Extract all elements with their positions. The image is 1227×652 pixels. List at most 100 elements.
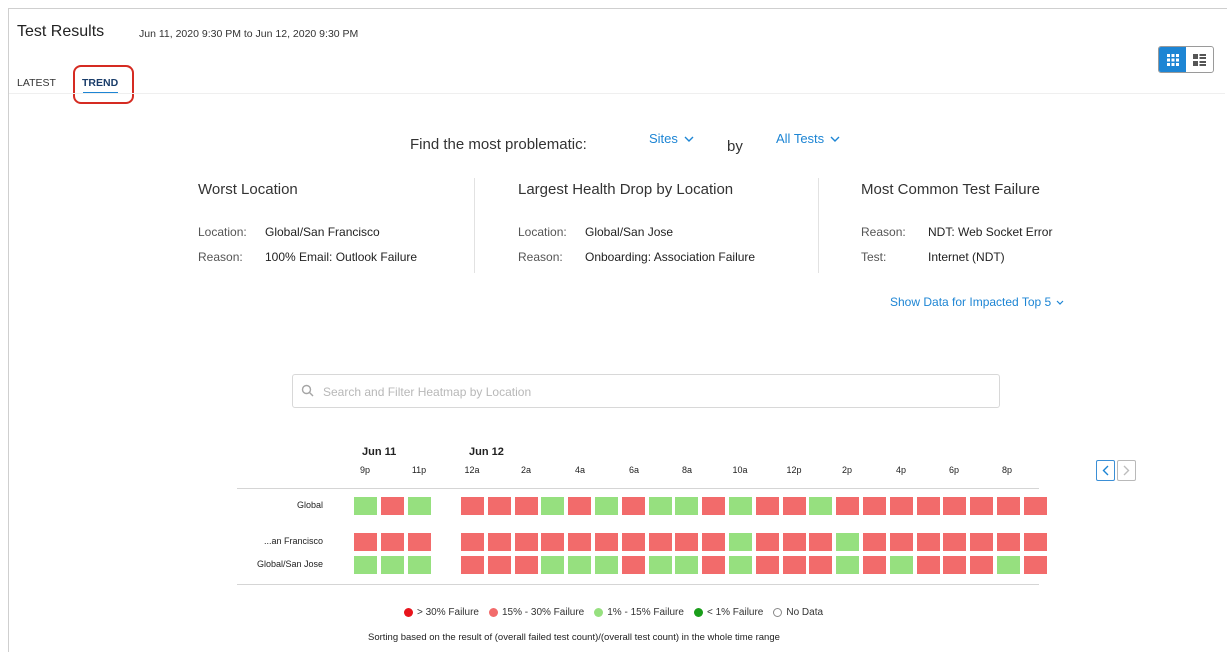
heatmap-cell[interactable] (809, 497, 833, 515)
heatmap-row-label[interactable]: Global/San Jose (257, 559, 323, 569)
heatmap-cell[interactable] (541, 533, 565, 551)
heatmap-cell[interactable] (916, 533, 940, 551)
scope-dropdown[interactable]: Sites (649, 131, 694, 146)
heatmap-cell[interactable] (755, 556, 779, 574)
heatmap-row-label[interactable]: Global (297, 500, 323, 510)
heatmap-cell[interactable] (648, 497, 672, 515)
heatmap-cell[interactable] (354, 497, 377, 515)
heatmap-cell[interactable] (1023, 533, 1047, 551)
heatmap-cell[interactable] (836, 497, 860, 515)
heatmap-search-input[interactable] (321, 381, 985, 403)
date-header-jun11: Jun 11 (362, 446, 397, 458)
heatmap-cell[interactable] (648, 533, 672, 551)
heatmap-cell[interactable] (568, 533, 592, 551)
heatmap-cell[interactable] (648, 556, 672, 574)
heatmap-cell[interactable] (487, 497, 511, 515)
heatmap-prev-button[interactable] (1096, 460, 1115, 481)
heatmap-cell[interactable] (916, 556, 940, 574)
heatmap-cell[interactable] (997, 556, 1020, 574)
heatmap-cell[interactable] (970, 556, 994, 574)
heatmap-cell[interactable] (514, 497, 538, 515)
heatmap-cell[interactable] (1023, 556, 1047, 574)
heatmap-cell[interactable] (595, 533, 618, 551)
heatmap-cell[interactable] (782, 556, 806, 574)
heatmap-bottom-line (237, 584, 1039, 585)
heatmap-cell[interactable] (943, 556, 967, 574)
heatmap-cell[interactable] (568, 556, 592, 574)
heatmap-cell[interactable] (702, 556, 726, 574)
heatmap-cell[interactable] (621, 556, 645, 574)
heatmap-cell[interactable] (1023, 497, 1047, 515)
heatmap-cell[interactable] (675, 556, 699, 574)
worst-reason-label: Reason: (198, 250, 243, 264)
card-view-button[interactable] (1186, 47, 1213, 72)
heatmap-cell[interactable] (675, 533, 699, 551)
heatmap-cell[interactable] (380, 497, 404, 515)
tab-latest[interactable]: LATEST (17, 77, 56, 89)
heatmap-cell[interactable] (621, 497, 645, 515)
legend-item-good: < 1% Failure (693, 607, 763, 618)
heatmap-next-button[interactable] (1117, 460, 1136, 481)
heatmap-cell[interactable] (595, 497, 618, 515)
heatmap-cell[interactable] (943, 497, 967, 515)
time-tick: 2a (520, 465, 532, 475)
heatmap-cell[interactable] (407, 497, 431, 515)
heatmap-cell[interactable] (809, 533, 833, 551)
heatmap-cell[interactable] (514, 533, 538, 551)
time-tick: 10a (732, 465, 748, 475)
heatmap-cell[interactable] (943, 533, 967, 551)
heatmap-cell[interactable] (863, 556, 886, 574)
heatmap-cell[interactable] (889, 533, 913, 551)
tabs-divider (9, 93, 1225, 94)
heatmap-cell[interactable] (836, 556, 860, 574)
heatmap-cell[interactable] (782, 533, 806, 551)
heatmap-cell[interactable] (702, 533, 726, 551)
heatmap-cell[interactable] (407, 556, 431, 574)
heatmap-cell[interactable] (461, 497, 484, 515)
legend-item-medium: 15% - 30% Failure (488, 607, 584, 618)
heatmap-cell[interactable] (755, 497, 779, 515)
heatmap-cell[interactable] (354, 556, 377, 574)
heatmap-cell[interactable] (997, 497, 1020, 515)
heatmap-cell[interactable] (889, 556, 913, 574)
chevron-right-icon (1123, 465, 1130, 476)
grid-view-button[interactable] (1159, 47, 1186, 72)
time-tick: 9p (359, 465, 371, 475)
heatmap-cell[interactable] (461, 556, 484, 574)
heatmap-cell[interactable] (729, 533, 752, 551)
heatmap-cell[interactable] (782, 497, 806, 515)
heatmap-cell[interactable] (595, 556, 618, 574)
heatmap-cell[interactable] (675, 497, 699, 515)
heatmap-cell[interactable] (380, 556, 404, 574)
heatmap-cell[interactable] (809, 556, 833, 574)
heatmap-cell[interactable] (889, 497, 913, 515)
heatmap-cell[interactable] (487, 533, 511, 551)
heatmap-cell[interactable] (407, 533, 431, 551)
heatmap-cell[interactable] (970, 497, 994, 515)
card-divider (474, 178, 475, 273)
heatmap-cell[interactable] (702, 497, 726, 515)
heatmap-cell[interactable] (916, 497, 940, 515)
heatmap-cell[interactable] (755, 533, 779, 551)
heatmap-cell[interactable] (461, 533, 484, 551)
heatmap-cell[interactable] (863, 533, 886, 551)
heatmap-cell[interactable] (487, 556, 511, 574)
heatmap-cell[interactable] (836, 533, 860, 551)
heatmap-cell[interactable] (514, 556, 538, 574)
heatmap-cell[interactable] (568, 497, 592, 515)
search-icon (301, 384, 314, 397)
heatmap-cell[interactable] (541, 556, 565, 574)
heatmap-cell[interactable] (380, 533, 404, 551)
heatmap-cell[interactable] (863, 497, 886, 515)
heatmap-cell[interactable] (541, 497, 565, 515)
heatmap-cell[interactable] (970, 533, 994, 551)
heatmap-cell[interactable] (354, 533, 377, 551)
heatmap-cell[interactable] (729, 556, 752, 574)
show-top5-link[interactable]: Show Data for Impacted Top 5 (890, 295, 1064, 309)
heatmap-row-label[interactable]: ...an Francisco (264, 536, 323, 546)
view-toggle (1158, 46, 1214, 73)
heatmap-cell[interactable] (997, 533, 1020, 551)
heatmap-cell[interactable] (621, 533, 645, 551)
test-dropdown[interactable]: All Tests (776, 131, 840, 146)
heatmap-cell[interactable] (729, 497, 752, 515)
